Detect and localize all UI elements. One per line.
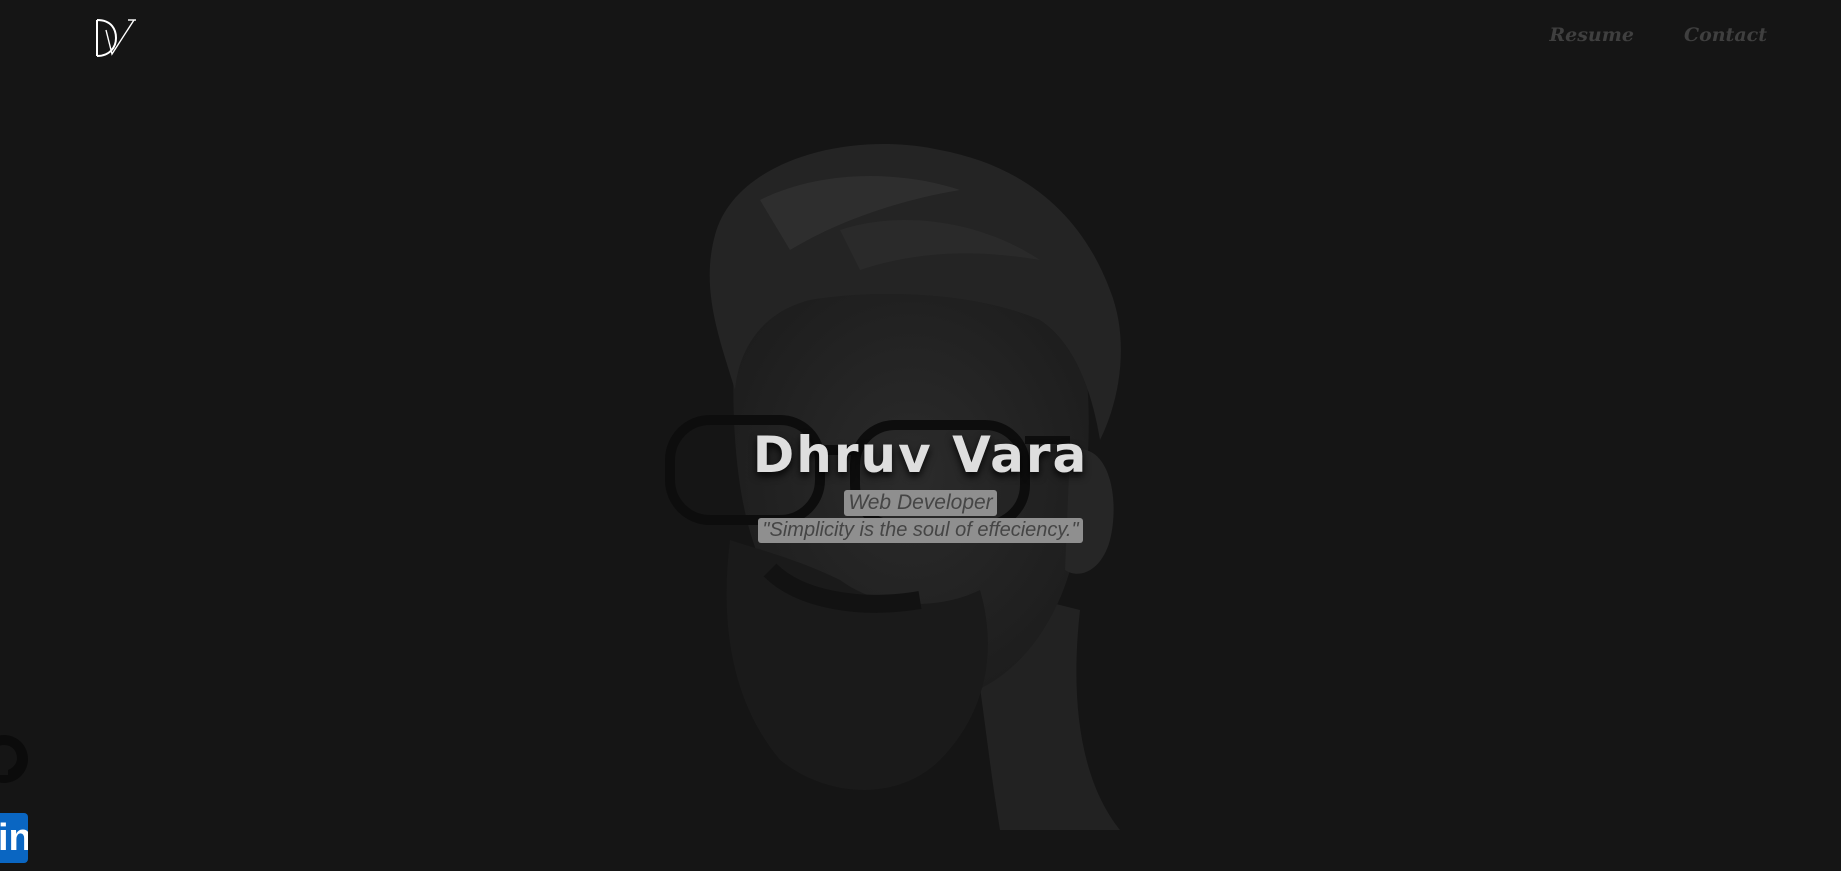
hero-role-tag: Web Developer [844,490,997,516]
top-nav: Resume Contact [1549,24,1767,46]
hero-quote-wrap: "Simplicity is the soul of effeciency." [0,518,1841,543]
github-icon[interactable] [0,733,30,785]
page: Resume Contact Dhruv Vara Web Developer … [0,0,1841,871]
hero-name: Dhruv Vara [752,426,1089,484]
hero-section: Dhruv Vara Web Developer "Simplicity is … [0,430,1841,543]
nav-contact-link[interactable]: Contact [1684,24,1767,46]
hero-quote: "Simplicity is the soul of effeciency." [758,518,1083,543]
linkedin-glyph: in [0,817,28,859]
nav-resume-link[interactable]: Resume [1549,24,1634,46]
linkedin-icon[interactable]: in [0,813,28,863]
dv-monogram-logo[interactable] [92,16,138,60]
